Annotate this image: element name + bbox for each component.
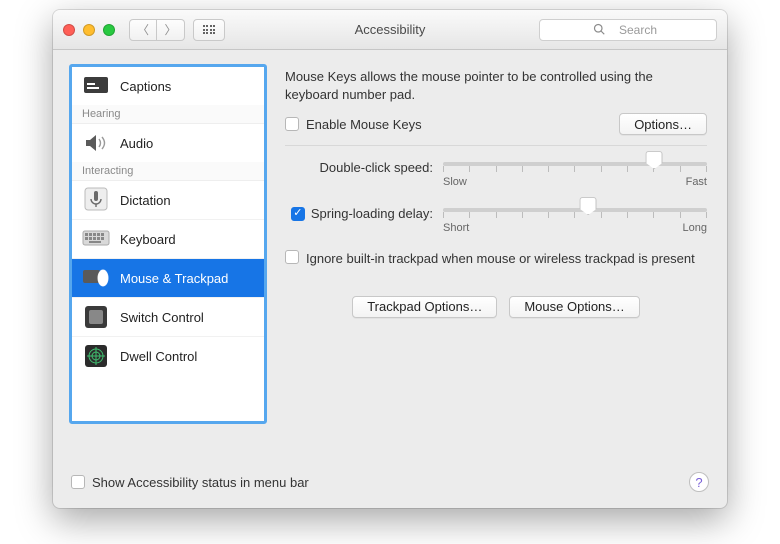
content: Captions Hearing Audio Interacting Dicta… bbox=[53, 50, 727, 472]
sidebar-item-mouse-trackpad[interactable]: Mouse & Trackpad bbox=[72, 258, 264, 297]
double-click-speed-row: Double-click speed: Slow Fast bbox=[285, 158, 707, 188]
sidebar-item-label: Captions bbox=[120, 79, 171, 94]
enable-mouse-keys-checkbox[interactable] bbox=[285, 117, 299, 131]
close-window-button[interactable] bbox=[63, 24, 75, 36]
sidebar-item-label: Switch Control bbox=[120, 310, 204, 325]
help-icon: ? bbox=[695, 475, 702, 490]
forward-button[interactable]: 〉 bbox=[157, 19, 185, 41]
double-click-speed-label: Double-click speed: bbox=[320, 160, 433, 175]
sidebar-item-label: Keyboard bbox=[120, 232, 176, 247]
mouse-options-button[interactable]: Mouse Options… bbox=[509, 296, 639, 318]
divider bbox=[285, 145, 707, 146]
mouse-trackpad-icon bbox=[82, 265, 110, 291]
sidebar-item-label: Dictation bbox=[120, 193, 171, 208]
show-status-menubar-checkbox[interactable] bbox=[71, 475, 85, 489]
minimize-window-button[interactable] bbox=[83, 24, 95, 36]
grid-icon bbox=[203, 25, 216, 34]
spring-loading-label: Spring-loading delay: bbox=[311, 206, 433, 221]
sidebar-group-hearing: Hearing bbox=[72, 105, 264, 124]
captions-icon bbox=[82, 73, 110, 99]
double-click-fast-label: Fast bbox=[686, 176, 707, 188]
speaker-icon bbox=[82, 130, 110, 156]
ignore-trackpad-label: Ignore built-in trackpad when mouse or w… bbox=[306, 250, 695, 268]
window-controls bbox=[63, 24, 115, 36]
mouse-keys-options-button[interactable]: Options… bbox=[619, 113, 707, 135]
ignore-trackpad-row: Ignore built-in trackpad when mouse or w… bbox=[285, 250, 707, 268]
spring-loading-long-label: Long bbox=[683, 222, 707, 234]
trackpad-options-button[interactable]: Trackpad Options… bbox=[352, 296, 497, 318]
ignore-trackpad-checkbox[interactable] bbox=[285, 250, 299, 264]
sidebar-item-audio[interactable]: Audio bbox=[72, 124, 264, 162]
category-sidebar[interactable]: Captions Hearing Audio Interacting Dicta… bbox=[69, 64, 267, 424]
zoom-window-button[interactable] bbox=[103, 24, 115, 36]
spring-loading-row: Spring-loading delay: Short Long bbox=[285, 204, 707, 234]
sidebar-item-keyboard[interactable]: Keyboard bbox=[72, 219, 264, 258]
sidebar-item-dwell-control[interactable]: Dwell Control bbox=[72, 336, 264, 375]
titlebar: 〈 〉 Accessibility bbox=[53, 10, 727, 50]
accessibility-window: 〈 〉 Accessibility bbox=[53, 10, 727, 508]
sidebar-item-captions[interactable]: Captions bbox=[72, 67, 264, 105]
help-button[interactable]: ? bbox=[689, 472, 709, 492]
chevron-left-icon: 〈 bbox=[137, 21, 149, 38]
back-button[interactable]: 〈 bbox=[129, 19, 157, 41]
footer: Show Accessibility status in menu bar ? bbox=[53, 472, 727, 508]
spring-loading-slider[interactable]: Short Long bbox=[443, 204, 707, 234]
sidebar-group-interacting: Interacting bbox=[72, 162, 264, 181]
spring-loading-checkbox[interactable] bbox=[291, 207, 305, 221]
settings-pane: Mouse Keys allows the mouse pointer to b… bbox=[283, 64, 711, 462]
mouse-keys-description: Mouse Keys allows the mouse pointer to b… bbox=[285, 68, 707, 103]
show-status-menubar-label: Show Accessibility status in menu bar bbox=[92, 475, 309, 490]
dwell-control-icon bbox=[82, 343, 110, 369]
double-click-speed-slider[interactable]: Slow Fast bbox=[443, 158, 707, 188]
nav-back-forward: 〈 〉 bbox=[129, 19, 185, 41]
sidebar-item-label: Dwell Control bbox=[120, 349, 197, 364]
enable-mouse-keys-label: Enable Mouse Keys bbox=[306, 117, 422, 132]
show-all-prefs-button[interactable] bbox=[193, 19, 225, 41]
chevron-right-icon: 〉 bbox=[164, 21, 176, 38]
keyboard-icon bbox=[82, 226, 110, 252]
search-wrap bbox=[539, 19, 717, 41]
switch-control-icon bbox=[82, 304, 110, 330]
search-icon bbox=[593, 23, 605, 38]
sidebar-item-dictation[interactable]: Dictation bbox=[72, 181, 264, 219]
window-title: Accessibility bbox=[355, 22, 426, 37]
search-input[interactable] bbox=[539, 19, 717, 41]
sidebar-item-switch-control[interactable]: Switch Control bbox=[72, 297, 264, 336]
double-click-slow-label: Slow bbox=[443, 176, 467, 188]
sidebar-item-label: Mouse & Trackpad bbox=[120, 271, 228, 286]
microphone-icon bbox=[82, 187, 110, 213]
sidebar-item-label: Audio bbox=[120, 136, 153, 151]
spring-loading-short-label: Short bbox=[443, 222, 469, 234]
